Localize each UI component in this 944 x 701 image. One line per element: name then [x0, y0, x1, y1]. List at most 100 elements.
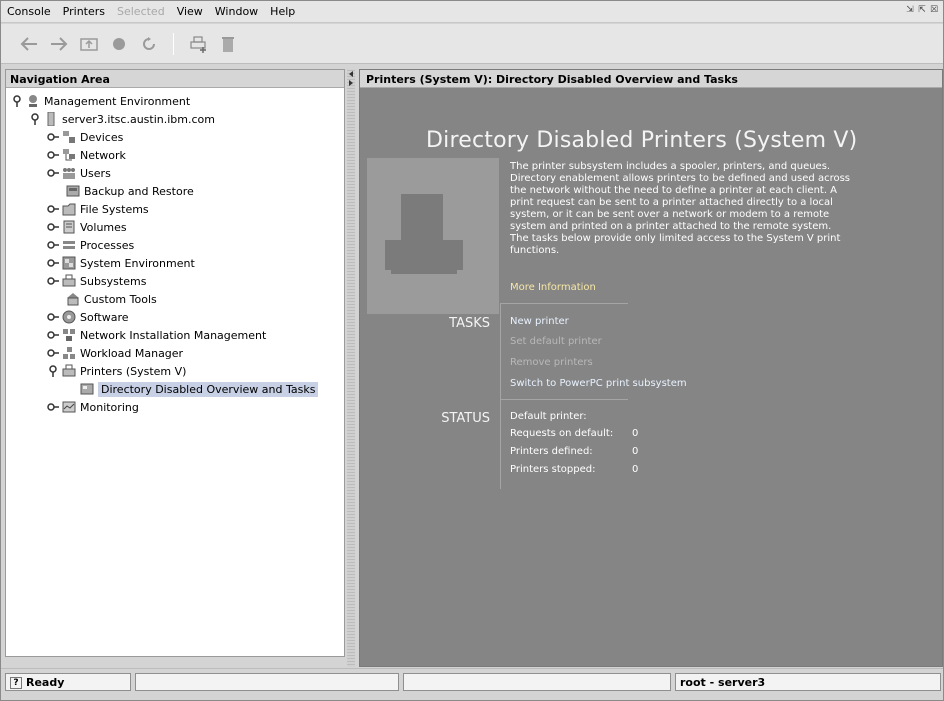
tasks-vertical-divider — [500, 303, 501, 399]
tree-item-label: System Environment — [80, 256, 195, 270]
nim-icon — [62, 328, 76, 342]
menu-printers[interactable]: Printers — [63, 5, 105, 18]
task-new-printer[interactable]: New printer — [510, 316, 569, 327]
network-icon — [62, 148, 76, 162]
up-folder-icon[interactable] — [79, 34, 99, 54]
server-icon — [44, 112, 58, 126]
collapsed-pin-icon[interactable] — [46, 130, 60, 144]
status-user-cell: root - server3 — [675, 673, 941, 691]
collapsed-pin-icon[interactable] — [46, 256, 60, 270]
window-controls: ⇲ ⇱ ☒ — [905, 5, 939, 15]
tree-item-printers[interactable]: Printers (System V) — [6, 362, 344, 380]
trash-icon[interactable] — [218, 34, 238, 54]
collapsed-pin-icon[interactable] — [46, 220, 60, 234]
maximize-icon[interactable]: ⇱ — [917, 5, 927, 15]
tree-item-label: Users — [80, 166, 111, 180]
tree-item-subsystems[interactable]: Subsystems — [6, 272, 344, 290]
navigation-area: Navigation Area Management Environment s… — [5, 69, 345, 657]
collapsed-pin-icon[interactable] — [46, 310, 60, 324]
tree-item-nim[interactable]: Network Installation Management — [6, 326, 344, 344]
task-remove-printers: Remove printers — [510, 357, 593, 368]
toolbar — [1, 24, 943, 64]
close-icon[interactable]: ☒ — [929, 5, 939, 15]
workload-manager-icon — [62, 346, 76, 360]
expanded-pin-icon[interactable] — [46, 364, 60, 378]
tree-item-label: Custom Tools — [84, 292, 157, 306]
tree-item-management-environment[interactable]: Management Environment — [6, 92, 344, 110]
tree-item-label: Software — [80, 310, 129, 324]
filesystems-icon — [62, 202, 76, 216]
tree-item-label: Network — [80, 148, 126, 162]
menu-help[interactable]: Help — [270, 5, 295, 18]
overview-description: The printer subsystem includes a spooler… — [510, 161, 850, 256]
status-default-printer-label: Default printer: — [510, 411, 587, 422]
tree-item-label: File Systems — [80, 202, 149, 216]
page-title: Directory Disabled Printers (System V) — [426, 128, 858, 153]
tree-item-directory-disabled-overview[interactable]: Directory Disabled Overview and Tasks — [6, 380, 344, 398]
tree-item-workload-manager[interactable]: Workload Manager — [6, 344, 344, 362]
forward-arrow-icon[interactable] — [49, 34, 69, 54]
collapsed-pin-icon[interactable] — [46, 202, 60, 216]
tree-item-label: Management Environment — [44, 94, 191, 108]
tree-item-devices[interactable]: Devices — [6, 128, 344, 146]
tree-item-system-environment[interactable]: System Environment — [6, 254, 344, 272]
tree-item-file-systems[interactable]: File Systems — [6, 200, 344, 218]
expanded-pin-icon[interactable] — [10, 94, 24, 108]
tree-item-label: Subsystems — [80, 274, 147, 288]
task-switch-powerpc[interactable]: Switch to PowerPC print subsystem — [510, 378, 687, 389]
processes-icon — [62, 238, 76, 252]
content-area: Printers (System V): Directory Disabled … — [359, 69, 943, 667]
restore-icon[interactable]: ⇲ — [905, 5, 915, 15]
back-arrow-icon[interactable] — [19, 34, 39, 54]
management-icon — [26, 94, 40, 108]
tree-item-volumes[interactable]: Volumes — [6, 218, 344, 236]
collapsed-pin-icon[interactable] — [46, 328, 60, 342]
tree-item-processes[interactable]: Processes — [6, 236, 344, 254]
tree-item-custom-tools[interactable]: Custom Tools — [6, 290, 344, 308]
collapsed-pin-icon[interactable] — [46, 166, 60, 180]
content-header: Printers (System V): Directory Disabled … — [360, 70, 942, 88]
more-information-link[interactable]: More Information — [510, 282, 596, 293]
devices-icon — [62, 130, 76, 144]
tree-item-backup-restore[interactable]: Backup and Restore — [6, 182, 344, 200]
status-requests-value: 0 — [632, 428, 639, 439]
status-defined-value: 0 — [632, 446, 639, 457]
tree-item-label: Devices — [80, 130, 124, 144]
menu-view[interactable]: View — [177, 5, 203, 18]
tree-item-label: Printers (System V) — [80, 364, 187, 378]
new-printer-icon[interactable] — [188, 34, 208, 54]
tree-item-software[interactable]: Software — [6, 308, 344, 326]
tree-item-server[interactable]: server3.itsc.austin.ibm.com — [6, 110, 344, 128]
menu-console[interactable]: Console — [7, 5, 51, 18]
tree-item-label: Directory Disabled Overview and Tasks — [98, 381, 319, 397]
tree-item-label: Network Installation Management — [80, 328, 267, 342]
status-bar: ? Ready root - server3 — [1, 668, 943, 700]
status-cell-empty-2 — [403, 673, 671, 691]
monitoring-icon — [62, 400, 76, 414]
tree-item-monitoring[interactable]: Monitoring — [6, 398, 344, 416]
printer-illustration — [367, 158, 499, 314]
tree-item-label: Workload Manager — [80, 346, 184, 360]
status-defined-label: Printers defined: — [510, 446, 593, 457]
stop-icon[interactable] — [109, 34, 129, 54]
expanded-pin-icon[interactable] — [28, 112, 42, 126]
refresh-icon[interactable] — [139, 34, 159, 54]
status-ready-cell: ? Ready — [5, 673, 131, 691]
collapsed-pin-icon[interactable] — [46, 238, 60, 252]
tree-item-network[interactable]: Network — [6, 146, 344, 164]
collapsed-pin-icon[interactable] — [46, 274, 60, 288]
splitter-arrows-icon[interactable] — [347, 69, 355, 89]
collapsed-pin-icon[interactable] — [46, 148, 60, 162]
menu-window[interactable]: Window — [215, 5, 258, 18]
pane-splitter[interactable] — [347, 69, 355, 667]
status-cell-empty-1 — [135, 673, 399, 691]
printer-icon — [62, 364, 76, 378]
system-environment-icon — [62, 256, 76, 270]
tree-item-users[interactable]: Users — [6, 164, 344, 182]
menu-selected: Selected — [117, 5, 165, 18]
status-requests-label: Requests on default: — [510, 428, 614, 439]
software-icon — [62, 310, 76, 324]
collapsed-pin-icon[interactable] — [46, 400, 60, 414]
toolbar-separator — [173, 32, 174, 55]
collapsed-pin-icon[interactable] — [46, 346, 60, 360]
